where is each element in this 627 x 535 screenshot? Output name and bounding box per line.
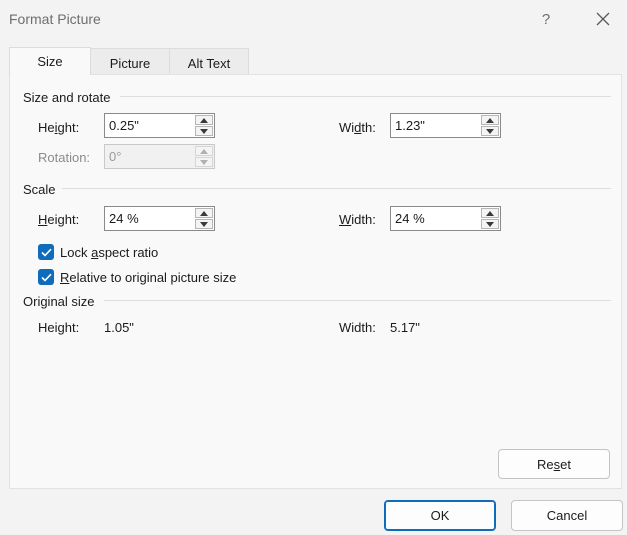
size-width-decrement-button[interactable] [481,126,499,136]
scale-width-label: Width: [339,212,376,227]
scale-width-spinbox [390,206,501,231]
size-height-label: Height: [38,120,80,135]
section-divider [62,188,611,189]
scale-height-label: Height: [38,212,80,227]
tab-picture[interactable]: Picture [90,48,170,75]
arrow-up-icon [486,117,494,123]
tab-label: Picture [109,56,151,71]
arrow-up-icon [486,210,494,216]
scale-height-spinbox [104,206,215,231]
cancel-button-label: Cancel [546,508,588,523]
arrow-down-icon [200,128,208,134]
arrow-up-icon [200,210,208,216]
checkmark-icon [40,273,52,282]
help-button[interactable]: ? [533,6,559,32]
dialog-title: Format Picture [9,11,101,27]
size-width-increment-button[interactable] [481,115,499,125]
rotation-label: Rotation: [38,150,91,165]
size-height-spinbox [104,113,215,138]
relative-to-original-size-checkbox[interactable]: Relative to original picture size [38,268,236,286]
tab-label: Alt Text [187,56,231,71]
scale-height-decrement-button[interactable] [195,219,213,229]
close-icon [596,12,610,26]
format-picture-dialog: Format Picture ? Size Picture Alt Text S… [0,0,627,535]
size-tab-panel: Size and rotate Height: Width: [9,74,622,489]
scale-width-increment-button[interactable] [481,208,499,218]
size-height-decrement-button[interactable] [195,126,213,136]
rotation-spinbox [104,144,215,169]
tab-label: Size [37,54,63,69]
tab-strip: Size Picture Alt Text [9,47,249,75]
tab-alt-text[interactable]: Alt Text [169,48,249,75]
section-divider [120,96,611,97]
scale-width-input[interactable] [391,207,481,230]
size-width-spinbox [390,113,501,138]
reset-button-label: Reset [537,456,571,472]
scale-height-increment-button[interactable] [195,208,213,218]
section-heading-size-and-rotate: Size and rotate [23,90,111,105]
arrow-down-icon [486,128,494,134]
rotation-input [105,145,195,168]
arrow-down-icon [486,221,494,227]
checkbox-checked [38,244,54,260]
arrow-down-icon [200,221,208,227]
section-heading-scale: Scale [23,182,56,197]
size-width-label: Width: [339,120,376,135]
title-bar: Format Picture ? [0,0,627,38]
original-width-label: Width: [339,320,376,335]
tab-size[interactable]: Size [9,47,91,75]
arrow-up-icon [200,148,208,154]
rotation-increment-button [195,146,213,156]
relative-to-original-size-label: Relative to original picture size [60,269,237,285]
section-divider [104,300,611,301]
ok-button[interactable]: OK [384,500,496,531]
original-width-value: 5.17" [390,320,420,335]
arrow-down-icon [200,159,208,165]
reset-button[interactable]: Reset [498,449,610,479]
original-height-value: 1.05" [104,320,134,335]
lock-aspect-ratio-label: Lock aspect ratio [60,244,159,260]
cancel-button[interactable]: Cancel [511,500,623,531]
checkbox-checked [38,269,54,285]
ok-button-label: OK [430,508,450,523]
arrow-up-icon [200,117,208,123]
section-heading-original-size: Original size [23,294,95,309]
lock-aspect-ratio-checkbox[interactable]: Lock aspect ratio [38,243,158,261]
size-width-input[interactable] [391,114,481,137]
size-height-increment-button[interactable] [195,115,213,125]
scale-height-input[interactable] [105,207,195,230]
size-height-input[interactable] [105,114,195,137]
checkmark-icon [40,248,52,257]
close-button[interactable] [590,6,616,32]
scale-width-decrement-button[interactable] [481,219,499,229]
original-height-label: Height: [38,320,80,335]
rotation-decrement-button [195,157,213,167]
help-icon: ? [541,10,551,28]
